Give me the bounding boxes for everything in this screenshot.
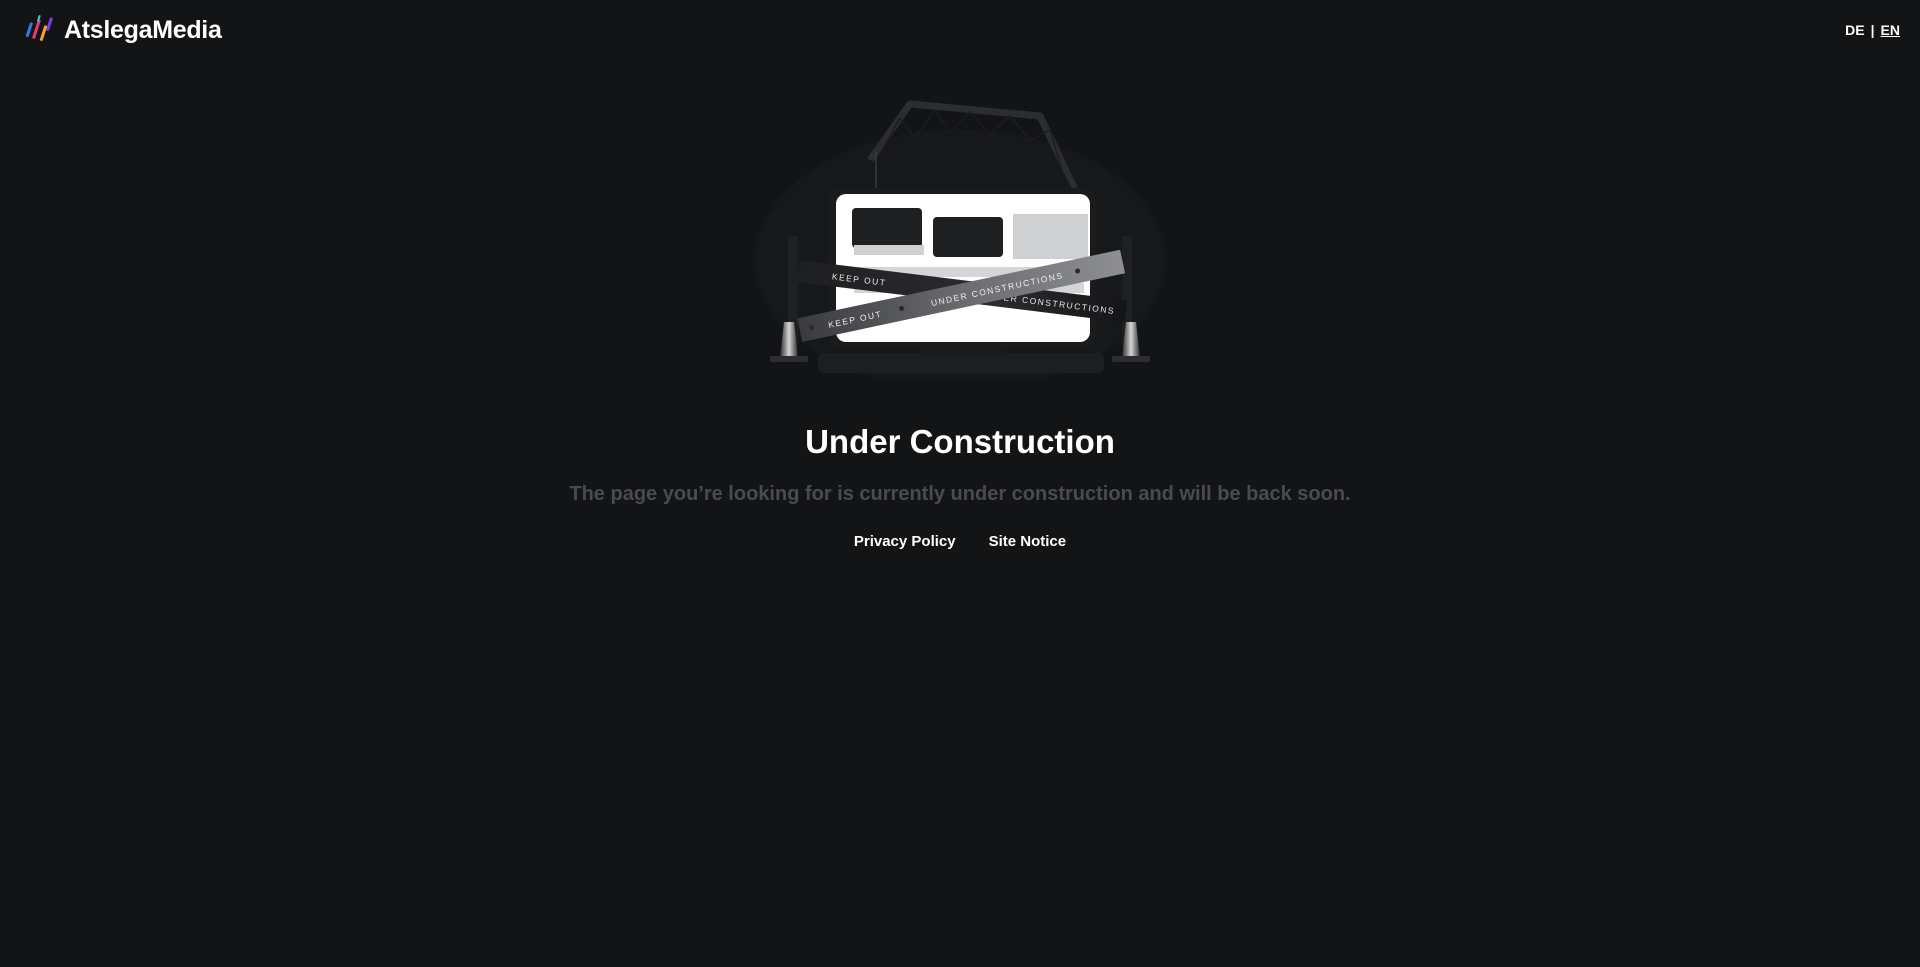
under-construction-illustration: KEEP OUT UNDER CONSTRUCTIONS KEEP OUT UN… (755, 100, 1165, 380)
language-de-link[interactable]: DE (1845, 22, 1864, 38)
language-en-link[interactable]: EN (1881, 22, 1900, 38)
footer-links: Privacy Policy Site Notice (0, 532, 1920, 552)
site-notice-link[interactable]: Site Notice (989, 532, 1067, 552)
site-header: AtslegaMedia DE | EN (0, 0, 1920, 62)
color-slashes-logo-icon (25, 15, 53, 41)
page-subtitle: The page you’re looking for is currently… (569, 483, 1351, 505)
page-title: Under Construction (805, 423, 1115, 460)
main-content: Under Construction The page you’re looki… (0, 418, 1920, 552)
language-separator: | (1870, 22, 1875, 38)
privacy-policy-link[interactable]: Privacy Policy (854, 532, 956, 552)
brand-home-link[interactable]: AtslegaMedia (24, 13, 222, 47)
brand-name: AtslegaMedia (64, 16, 222, 44)
language-switcher: DE | EN (1845, 22, 1900, 38)
page: AtslegaMedia DE | EN KEEP OUT UNDER CONS… (0, 0, 1920, 967)
